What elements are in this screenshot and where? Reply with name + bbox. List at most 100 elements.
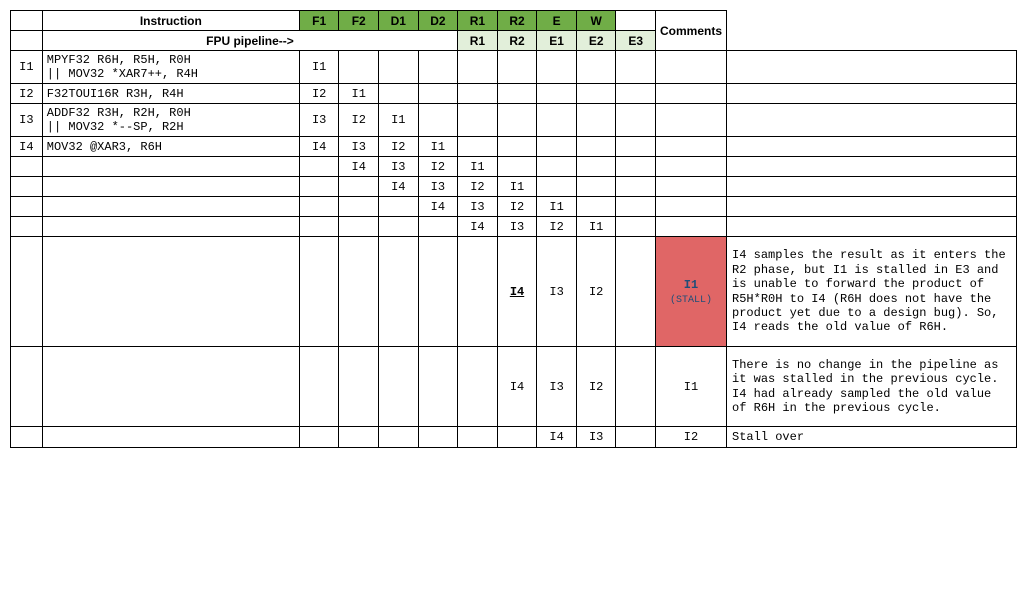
- stage-cell: I3: [339, 137, 379, 157]
- stage-cell: [656, 177, 727, 197]
- stage-cell: [379, 84, 419, 104]
- stage-cell: [458, 84, 498, 104]
- instruction-cell: MOV32 @XAR3, R6H: [42, 137, 299, 157]
- stage-cell: [379, 347, 419, 427]
- instruction-cell: [42, 217, 299, 237]
- stage-cell: [299, 237, 339, 347]
- stage-cell: [537, 177, 577, 197]
- stage-cell: [379, 51, 419, 84]
- stage-cell: [458, 51, 498, 84]
- stage-cell: [656, 84, 727, 104]
- stage-cell: [497, 427, 537, 448]
- comment-cell: [727, 217, 1017, 237]
- stage-cell: I4: [379, 177, 419, 197]
- stage-cell: [497, 104, 537, 137]
- stage-cell: I2: [576, 237, 616, 347]
- instruction-cell: [42, 347, 299, 427]
- stall-cell: I1(STALL): [656, 237, 727, 347]
- stage-cell: [458, 427, 498, 448]
- stage-cell: [656, 104, 727, 137]
- stage-cell: [576, 177, 616, 197]
- comment-cell: [727, 104, 1017, 137]
- stage-cell: [497, 137, 537, 157]
- stage-cell: [339, 197, 379, 217]
- header-comments: Comments: [656, 11, 727, 51]
- row-id: I4: [11, 137, 43, 157]
- stage-cell: [576, 137, 616, 157]
- stage-cell: I4: [458, 217, 498, 237]
- stage-cell: [418, 237, 458, 347]
- comment-cell: I4 samples the result as it enters the R…: [727, 237, 1017, 347]
- stage-cell: [616, 157, 656, 177]
- row-id: I2: [11, 84, 43, 104]
- stage-cell: [418, 104, 458, 137]
- stage-cell: [339, 237, 379, 347]
- stage-cell: [299, 197, 339, 217]
- comment-cell: [727, 137, 1017, 157]
- stage-cell: I4: [418, 197, 458, 217]
- stage-cell: I1: [339, 84, 379, 104]
- stage-cell: I3: [497, 217, 537, 237]
- blank: [616, 11, 656, 31]
- stage-cell: [616, 84, 656, 104]
- stage-cell: I3: [418, 177, 458, 197]
- stage-cell: [537, 137, 577, 157]
- header-stage-w: W: [576, 11, 616, 31]
- instruction-cell: [42, 157, 299, 177]
- stage-cell: [656, 51, 727, 84]
- stage-cell: I1: [537, 197, 577, 217]
- stage-cell: [379, 217, 419, 237]
- stage-cell: [576, 104, 616, 137]
- stage-cell: I2: [339, 104, 379, 137]
- stage-cell: [339, 51, 379, 84]
- stage-cell: I1: [299, 51, 339, 84]
- instruction-cell: [42, 237, 299, 347]
- stage-cell: [616, 237, 656, 347]
- stage-cell: [299, 177, 339, 197]
- stage-cell: [497, 51, 537, 84]
- stage-cell: I4: [497, 237, 537, 347]
- header-fpu-stage-e1: E1: [537, 31, 577, 51]
- stage-cell: [656, 217, 727, 237]
- instruction-cell: F32TOUI16R R3H, R4H: [42, 84, 299, 104]
- row-id: [11, 197, 43, 217]
- row-id: [11, 347, 43, 427]
- stage-cell: [458, 237, 498, 347]
- stage-cell: I4: [537, 427, 577, 448]
- header-fpu-stage-r2: R2: [497, 31, 537, 51]
- stage-cell: I1: [418, 137, 458, 157]
- stage-cell: [616, 347, 656, 427]
- stage-cell: [379, 427, 419, 448]
- stage-cell: [656, 157, 727, 177]
- stage-cell: I2: [576, 347, 616, 427]
- stage-cell: [576, 84, 616, 104]
- instruction-cell: [42, 427, 299, 448]
- stage-cell: [616, 217, 656, 237]
- comment-cell: [727, 84, 1017, 104]
- stage-cell: [299, 217, 339, 237]
- stage-cell: [458, 347, 498, 427]
- stage-cell: I3: [379, 157, 419, 177]
- stage-cell: I3: [537, 347, 577, 427]
- stage-cell: I2: [537, 217, 577, 237]
- header-stage-r2: R2: [497, 11, 537, 31]
- stage-cell: I3: [537, 237, 577, 347]
- row-id: I1: [11, 51, 43, 84]
- header-fpu-stage-e3: E3: [616, 31, 656, 51]
- stage-cell: [537, 104, 577, 137]
- row-id: I3: [11, 104, 43, 137]
- stage-cell: [418, 51, 458, 84]
- stage-cell: I1: [656, 347, 727, 427]
- stage-cell: I3: [458, 197, 498, 217]
- stage-cell: [299, 347, 339, 427]
- header-stage-r1: R1: [458, 11, 498, 31]
- stage-cell: [299, 427, 339, 448]
- header-stage-f1: F1: [299, 11, 339, 31]
- stage-cell: [418, 217, 458, 237]
- stage-cell: I1: [379, 104, 419, 137]
- comment-cell: [727, 51, 1017, 84]
- stage-cell: I4: [339, 157, 379, 177]
- stage-cell: I4: [299, 137, 339, 157]
- stage-cell: [616, 104, 656, 137]
- instruction-cell: [42, 177, 299, 197]
